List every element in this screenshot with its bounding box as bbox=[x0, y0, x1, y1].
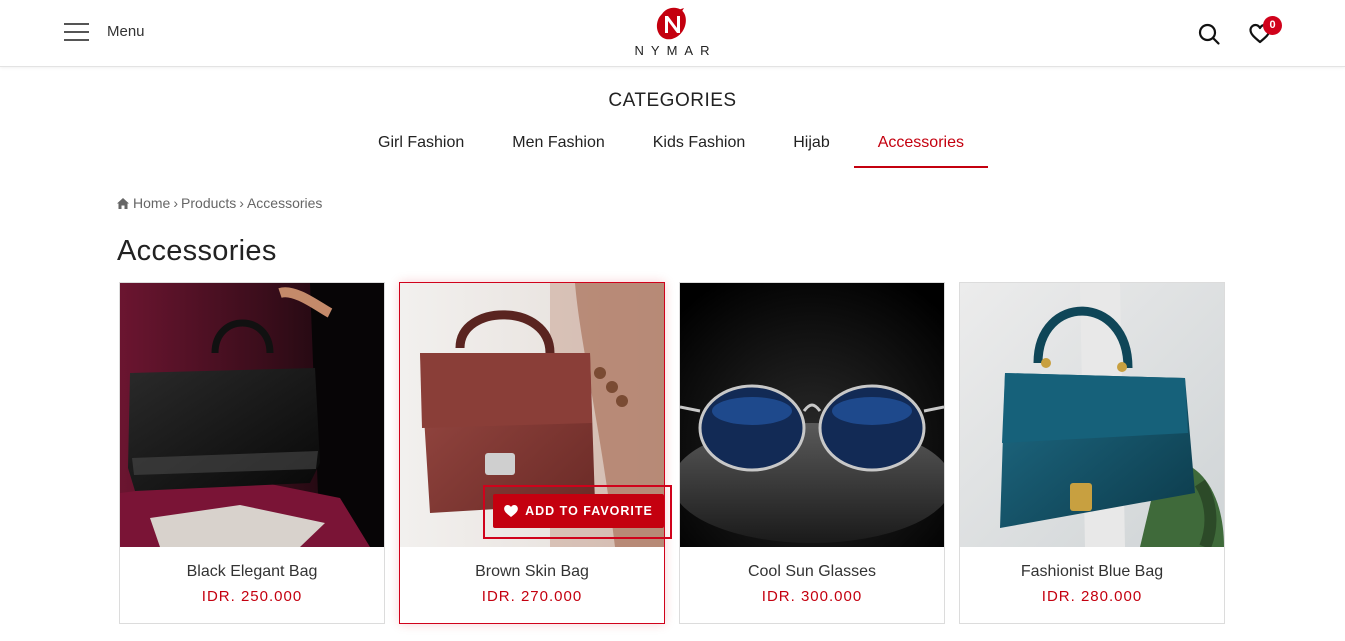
product-name: Fashionist Blue Bag bbox=[1020, 563, 1164, 580]
site-header: Menu NYMAR 0 bbox=[0, 0, 1345, 67]
heart-filled-icon bbox=[504, 505, 518, 517]
category-tabs: Girl Fashion Men Fashion Kids Fashion Hi… bbox=[354, 124, 988, 168]
product-name: Cool Sun Glasses bbox=[747, 563, 877, 580]
favorites-count-badge: 0 bbox=[1263, 16, 1282, 35]
product-name: Brown Skin Bag bbox=[475, 563, 589, 580]
product-image bbox=[680, 283, 944, 547]
search-icon[interactable] bbox=[1197, 22, 1221, 46]
hamburger-icon bbox=[64, 21, 89, 41]
product-price: IDR. 280.000 bbox=[1041, 588, 1143, 605]
logo-mark-icon bbox=[656, 7, 686, 40]
product-image bbox=[960, 283, 1224, 547]
tab-accessories[interactable]: Accessories bbox=[853, 124, 988, 168]
product-card-brown-skin-bag[interactable]: Brown Skin Bag IDR. 270.000 ADD TO FAVOR… bbox=[399, 282, 665, 624]
home-icon bbox=[117, 197, 129, 209]
menu-label: Menu bbox=[107, 22, 145, 40]
tab-men-fashion[interactable]: Men Fashion bbox=[488, 124, 629, 168]
page-title: Accessories bbox=[117, 235, 277, 267]
breadcrumb-products-link[interactable]: Products bbox=[181, 195, 236, 211]
add-to-favorite-button[interactable]: ADD TO FAVORITE bbox=[493, 494, 664, 528]
menu-button[interactable]: Menu bbox=[64, 21, 145, 41]
breadcrumb-current: Accessories bbox=[246, 195, 323, 211]
product-image bbox=[120, 283, 384, 547]
add-to-favorite-label: ADD TO FAVORITE bbox=[525, 504, 653, 518]
brand-logo[interactable]: NYMAR bbox=[620, 6, 725, 58]
product-card-fashionist-blue-bag[interactable]: Fashionist Blue Bag IDR. 280.000 bbox=[959, 282, 1225, 624]
breadcrumb: Home › Products › Accessories bbox=[117, 195, 322, 211]
categories-title: CATEGORIES bbox=[608, 90, 737, 111]
tab-girl-fashion[interactable]: Girl Fashion bbox=[354, 124, 488, 168]
product-card-cool-sun-glasses[interactable]: Cool Sun Glasses IDR. 300.000 bbox=[679, 282, 945, 624]
logo-text: NYMAR bbox=[634, 43, 717, 58]
tab-hijab[interactable]: Hijab bbox=[769, 124, 853, 168]
product-grid: Black Elegant Bag IDR. 250.000 Brown Ski… bbox=[119, 282, 1239, 624]
product-price: IDR. 300.000 bbox=[761, 588, 863, 605]
breadcrumb-home-link[interactable]: Home bbox=[133, 195, 170, 211]
product-name: Black Elegant Bag bbox=[186, 563, 318, 580]
chevron-right-icon: › bbox=[173, 195, 179, 211]
product-price: IDR. 270.000 bbox=[481, 588, 583, 605]
product-price: IDR. 250.000 bbox=[201, 588, 303, 605]
product-card-black-elegant-bag[interactable]: Black Elegant Bag IDR. 250.000 bbox=[119, 282, 385, 624]
tab-kids-fashion[interactable]: Kids Fashion bbox=[629, 124, 770, 168]
chevron-right-icon: › bbox=[239, 195, 244, 211]
